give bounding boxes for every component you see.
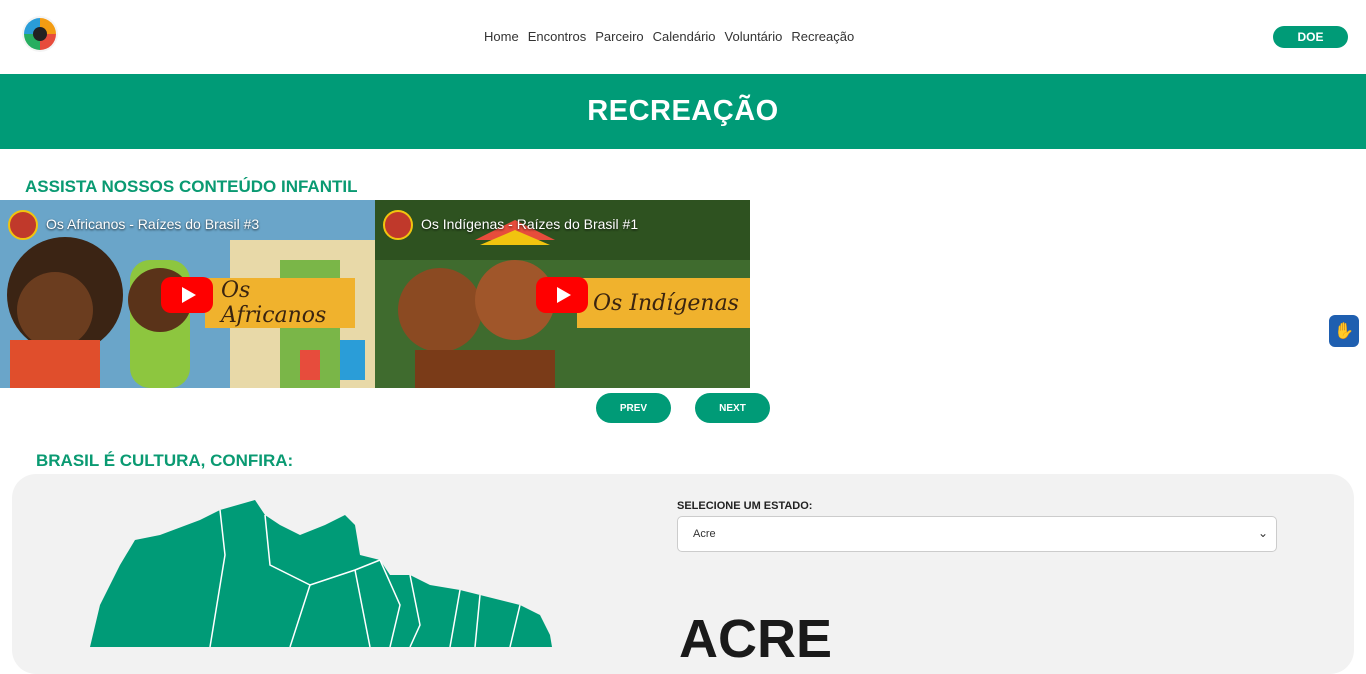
- video-title: Os Africanos - Raízes do Brasil #3: [46, 216, 260, 232]
- page-banner: RECREAÇÃO: [0, 74, 1366, 149]
- nav-voluntario[interactable]: Voluntário: [725, 29, 783, 44]
- play-icon[interactable]: [161, 277, 213, 313]
- video-title: Os Indígenas - Raízes do Brasil #1: [421, 216, 639, 232]
- nav-calendario[interactable]: Calendário: [653, 29, 716, 44]
- state-select-value: Acre: [693, 528, 716, 540]
- nav-recreacao[interactable]: Recreação: [791, 29, 854, 44]
- brazil-map[interactable]: [80, 495, 560, 647]
- next-button[interactable]: NEXT: [695, 393, 770, 423]
- chevron-down-icon: ⌄: [1257, 526, 1268, 540]
- nav-home[interactable]: Home: [484, 29, 519, 44]
- play-icon[interactable]: [536, 277, 588, 313]
- channel-avatar-icon: [383, 210, 413, 240]
- main-nav: Home Encontros Parceiro Calendário Volun…: [484, 29, 854, 44]
- site-header: Home Encontros Parceiro Calendário Volun…: [0, 0, 1366, 74]
- logo-icon[interactable]: [20, 14, 60, 54]
- state-heading: ACRE: [679, 609, 833, 669]
- culture-section-title: BRASIL É CULTURA, CONFIRA:: [36, 451, 294, 470]
- donate-button[interactable]: DOE: [1273, 26, 1348, 48]
- video-indigenas[interactable]: Os Indígenas - Raízes do Brasil #1 Os In…: [375, 200, 750, 388]
- kids-section-title: ASSISTA NOSSOS CONTEÚDO INFANTIL: [25, 177, 358, 196]
- video-africanos[interactable]: Os Africanos - Raízes do Brasil #3 Os Af…: [0, 200, 375, 388]
- state-select[interactable]: Acre ⌄: [677, 516, 1277, 552]
- nav-parceiro[interactable]: Parceiro: [595, 29, 643, 44]
- nav-encontros[interactable]: Encontros: [528, 29, 587, 44]
- video-band-text: Os Indígenas: [577, 278, 750, 328]
- channel-avatar-icon: [8, 210, 38, 240]
- state-select-label: SELECIONE UM ESTADO:: [677, 500, 813, 512]
- prev-button[interactable]: PREV: [596, 393, 671, 423]
- video-band-text: Os Africanos: [205, 278, 355, 328]
- page-title: RECREAÇÃO: [587, 95, 779, 127]
- hand-sign-icon[interactable]: ✋: [1329, 315, 1359, 347]
